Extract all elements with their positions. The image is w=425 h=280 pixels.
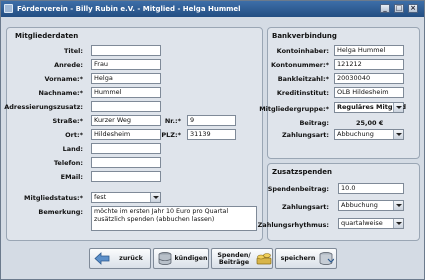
chevron-down-icon[interactable] bbox=[393, 201, 403, 210]
title-label: Titel: bbox=[63, 47, 83, 55]
zip-label: PLZ:* bbox=[161, 131, 181, 139]
street-field[interactable]: Kurzer Weg bbox=[91, 115, 161, 126]
chevron-down-icon[interactable] bbox=[150, 193, 160, 202]
chevron-down-icon[interactable] bbox=[393, 130, 403, 139]
donations-heading: Zusatzspenden bbox=[272, 168, 333, 176]
bank-payment-label: Zahlungsart: bbox=[281, 131, 329, 139]
remark-label: Bemerkung: bbox=[38, 208, 83, 216]
donation-amount-field[interactable]: 10.0 bbox=[338, 183, 404, 194]
fee-value: 25,00 € bbox=[356, 119, 384, 127]
coins-icon bbox=[256, 252, 272, 265]
account-label: Kontonummer:* bbox=[270, 61, 329, 69]
address-extra-label: Adressierungszusatz: bbox=[4, 103, 83, 111]
institute-label: Kreditinstitut: bbox=[276, 89, 329, 97]
app-window: Förderverein - Billy Rubin e.V. - Mitgli… bbox=[0, 0, 425, 280]
save-database-icon bbox=[318, 252, 335, 265]
phone-field[interactable] bbox=[91, 157, 161, 168]
firstname-field[interactable]: Helga bbox=[91, 73, 161, 84]
salutation-label: Anrede: bbox=[54, 61, 83, 69]
holder-field[interactable]: Helga Hummel bbox=[334, 45, 404, 56]
bank-payment-select-value: Abbuchung bbox=[337, 130, 374, 138]
maximize-button[interactable]: □ bbox=[394, 4, 404, 13]
lastname-field[interactable]: Hummel bbox=[91, 87, 161, 98]
country-label: Land: bbox=[62, 145, 83, 153]
window-title: Förderverein - Billy Rubin e.V. - Mitgli… bbox=[17, 5, 241, 13]
phone-label: Telefon: bbox=[53, 159, 83, 167]
remark-textarea[interactable]: möchte im ersten Jahr 10 Euro pro Quarta… bbox=[91, 206, 257, 231]
status-select-value: fest bbox=[94, 193, 107, 201]
back-button[interactable]: zurück bbox=[89, 248, 151, 269]
donations-fees-label-line1: Spenden/ bbox=[217, 251, 251, 259]
cancel-membership-label: kündigen bbox=[174, 255, 208, 262]
fee-label: Beitrag: bbox=[299, 119, 329, 127]
street-label: Straße:* bbox=[52, 117, 83, 125]
city-label: Ort:* bbox=[65, 131, 83, 139]
donation-payment-select[interactable]: Abbuchung bbox=[338, 200, 404, 211]
bank-heading: Bankverbindung bbox=[272, 32, 337, 40]
donation-payment-label: Zahlungsart: bbox=[281, 203, 329, 211]
donation-amount-label: Spendenbeitrag: bbox=[267, 185, 329, 193]
minimize-button[interactable]: _ bbox=[380, 4, 390, 13]
donation-rhythm-select-value: quartalweise bbox=[341, 219, 383, 227]
email-field[interactable] bbox=[91, 171, 161, 182]
bank-payment-select[interactable]: Abbuchung bbox=[334, 129, 404, 140]
group-label: Mitgliedergruppe:* bbox=[259, 105, 329, 113]
close-button[interactable]: × bbox=[408, 4, 418, 13]
zip-field[interactable]: 31139 bbox=[187, 129, 236, 140]
account-field[interactable]: 121212 bbox=[334, 59, 404, 70]
save-button[interactable]: speichern bbox=[275, 248, 337, 269]
back-button-label: zurück bbox=[119, 255, 143, 262]
country-field[interactable] bbox=[91, 143, 161, 154]
institute-field[interactable]: OLB Hildesheim bbox=[334, 87, 404, 98]
database-icon bbox=[157, 252, 173, 265]
bank-code-label: Bankleitzahl:* bbox=[277, 75, 329, 83]
donations-fees-label: Spenden/ Beiträge bbox=[214, 249, 254, 268]
bank-code-field[interactable]: 20030040 bbox=[334, 73, 404, 84]
donations-fees-button[interactable]: Spenden/ Beiträge bbox=[211, 248, 273, 269]
donation-rhythm-label: Zahlungsrhythmus: bbox=[257, 221, 329, 229]
lastname-label: Nachname:* bbox=[38, 89, 83, 97]
back-arrow-icon bbox=[94, 252, 110, 265]
app-icon bbox=[4, 4, 13, 13]
chevron-down-icon[interactable] bbox=[393, 103, 403, 112]
address-extra-field[interactable] bbox=[91, 101, 161, 112]
group-select[interactable]: Reguläres Mitglied bbox=[334, 102, 406, 113]
donation-rhythm-select[interactable]: quartalweise bbox=[338, 218, 404, 229]
member-data-heading: Mitgliederdaten bbox=[15, 32, 79, 40]
save-button-label: speichern bbox=[280, 255, 316, 262]
number-label: Nr.:* bbox=[164, 117, 181, 125]
status-select[interactable]: fest bbox=[91, 192, 161, 203]
holder-label: Kontoinhaber: bbox=[276, 47, 329, 55]
donations-fees-label-line2: Beiträge bbox=[218, 258, 250, 266]
chevron-down-icon[interactable] bbox=[393, 219, 403, 228]
salutation-field[interactable]: Frau bbox=[91, 59, 161, 70]
cancel-membership-button[interactable]: kündigen bbox=[153, 248, 209, 269]
title-field[interactable] bbox=[91, 45, 161, 56]
status-label: Mitgliedstatus:* bbox=[24, 194, 83, 202]
title-bar: Förderverein - Billy Rubin e.V. - Mitgli… bbox=[1, 1, 424, 17]
city-field[interactable]: Hildesheim bbox=[91, 129, 161, 140]
number-field[interactable]: 9 bbox=[187, 115, 236, 126]
firstname-label: Vorname:* bbox=[44, 75, 83, 83]
donation-payment-select-value: Abbuchung bbox=[341, 201, 378, 209]
email-label: EMail: bbox=[60, 173, 83, 181]
